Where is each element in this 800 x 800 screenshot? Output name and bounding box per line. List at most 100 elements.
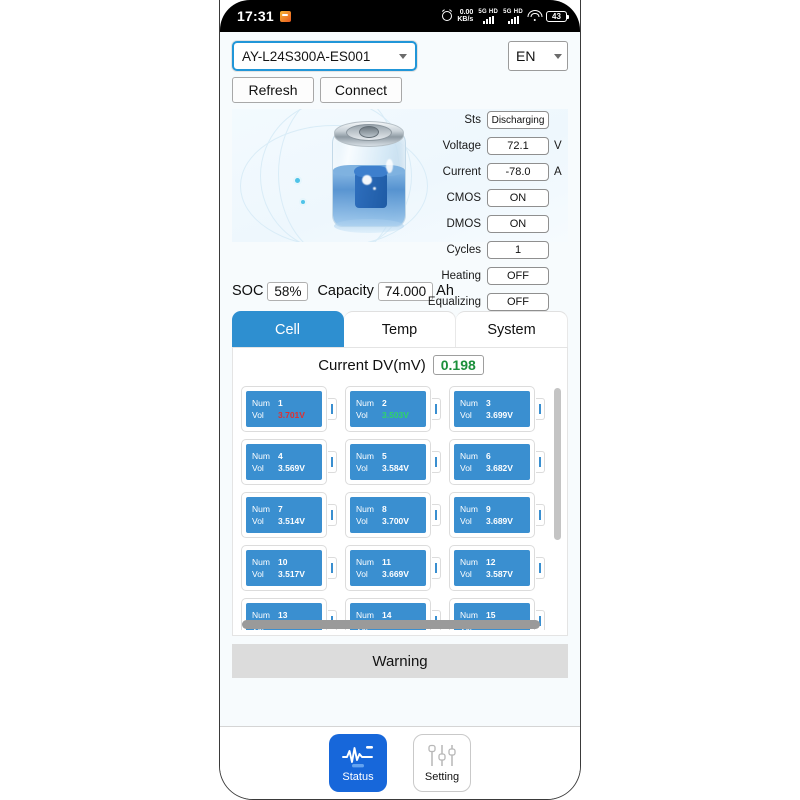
cell-vol-value: 3.503V — [382, 410, 409, 420]
chevron-down-icon — [549, 53, 567, 59]
status-row: Sts Discharging — [423, 110, 568, 130]
cell-card[interactable]: Num 2 Vol 3.503V — [345, 386, 441, 432]
cell-grid-vertical-scrollbar[interactable] — [554, 388, 561, 628]
cell-vol-line: Vol 3.514V — [252, 516, 316, 526]
language-select[interactable]: EN — [508, 41, 568, 71]
cell-vol-label: Vol — [252, 410, 264, 420]
current-dv-row: Current DV(mV) 0.198 — [233, 355, 569, 375]
wifi-icon — [527, 10, 542, 21]
cell-vol-line: Vol 3.699V — [460, 410, 524, 420]
cell-terminal-nub — [536, 504, 545, 526]
cell-vol-line: Vol 3.689V — [460, 516, 524, 526]
status-bar-left: 17:31 — [237, 8, 291, 24]
cell-num-value: 7 — [278, 504, 283, 514]
cell-vol-value: 3.700V — [382, 516, 409, 526]
cell-vol-label: Vol — [460, 463, 472, 473]
cell-card-shell: Num 6 Vol 3.682V — [449, 439, 535, 485]
nav-label-setting: Setting — [424, 771, 460, 783]
cell-num-line: Num 6 — [460, 451, 524, 461]
status-row: Equalizing OFF — [423, 292, 568, 312]
cell-card-fill: Num 8 Vol 3.700V — [350, 497, 426, 533]
nav-item-setting[interactable]: Setting — [413, 734, 471, 792]
device-select[interactable]: AY-L24S300A-ES001 — [232, 41, 417, 71]
screenshot-root: 17:31 0.00 KB/s 5G HD 5G HD 43 AY-L24S30… — [0, 0, 800, 800]
tab-cell[interactable]: Cell — [232, 311, 344, 347]
action-buttons: Refresh Connect — [232, 77, 402, 103]
cell-card[interactable]: Num 12 Vol 3.587V — [449, 545, 545, 591]
cell-card[interactable]: Num 7 Vol 3.514V — [241, 492, 337, 538]
cell-card[interactable]: Num 5 Vol 3.584V — [345, 439, 441, 485]
cell-num-line: Num 15 — [460, 610, 524, 620]
cell-card[interactable]: Num 3 Vol 3.699V — [449, 386, 545, 432]
cell-num-label: Num — [460, 504, 478, 514]
cell-card-fill: Num 9 Vol 3.689V — [454, 497, 530, 533]
warning-bar[interactable]: Warning — [232, 644, 568, 678]
scrollbar-thumb[interactable] — [554, 388, 561, 540]
cell-vol-line: Vol 3.701V — [252, 410, 316, 420]
status-row: Voltage 72.1 V — [423, 136, 568, 156]
cell-card[interactable]: Num 10 Vol 3.517V — [241, 545, 337, 591]
cell-num-line: Num 11 — [356, 557, 420, 567]
cell-card[interactable]: Num 1 Vol 3.701V — [241, 386, 337, 432]
cell-card-fill: Num 11 Vol 3.669V — [350, 550, 426, 586]
status-bar-right: 0.00 KB/s 5G HD 5G HD 43 — [442, 8, 569, 24]
status-row-label: DMOS — [446, 218, 482, 230]
cell-card-shell: Num 3 Vol 3.699V — [449, 386, 535, 432]
capacity-label: Capacity — [317, 283, 374, 299]
cell-vol-label: Vol — [460, 410, 472, 420]
cell-terminal-nub — [328, 504, 337, 526]
cell-terminal-nub — [432, 451, 441, 473]
top-toolbar: AY-L24S300A-ES001 EN — [232, 40, 568, 72]
status-row-value: -78.0 — [487, 163, 549, 181]
status-row-label: Equalizing — [427, 296, 481, 308]
cell-card-shell: Num 11 Vol 3.669V — [345, 545, 431, 591]
cell-vol-value: 3.689V — [486, 516, 513, 526]
cell-vol-value: 3.584V — [382, 463, 409, 473]
cell-vol-line: Vol 3.517V — [252, 569, 316, 579]
cell-vol-line: Vol 3.503V — [356, 410, 420, 420]
cell-vol-value: 3.682V — [486, 463, 513, 473]
cell-terminal-nub — [328, 557, 337, 579]
cell-num-label: Num — [356, 504, 374, 514]
cell-num-line: Num 7 — [252, 504, 316, 514]
nav-label-status: Status — [342, 771, 374, 783]
cell-num-label: Num — [252, 504, 270, 514]
chevron-down-icon — [391, 53, 415, 59]
cell-tab-panel: Current DV(mV) 0.198 Num 1 Vol 3.701V Num 2 Vo… — [232, 347, 568, 636]
cell-card-fill: Num 6 Vol 3.682V — [454, 444, 530, 480]
battery-status-icon: 43 — [546, 10, 569, 22]
section-tabs: Cell Temp System — [232, 311, 568, 347]
app-icon — [279, 10, 291, 22]
refresh-button[interactable]: Refresh — [232, 77, 314, 103]
cell-card-fill: Num 3 Vol 3.699V — [454, 391, 530, 427]
cell-terminal-nub — [328, 398, 337, 420]
status-row-label: Current — [442, 166, 481, 178]
cell-card[interactable]: Num 8 Vol 3.700V — [345, 492, 441, 538]
cell-card-shell: Num 8 Vol 3.700V — [345, 492, 431, 538]
cell-num-line: Num 13 — [252, 610, 316, 620]
cell-num-value: 1 — [278, 398, 283, 408]
cell-card-shell: Num 5 Vol 3.584V — [345, 439, 431, 485]
cell-num-line: Num 3 — [460, 398, 524, 408]
sim1-label: 5G HD — [478, 8, 499, 15]
scrollbar-thumb[interactable] — [242, 620, 540, 629]
cell-card[interactable]: Num 11 Vol 3.669V — [345, 545, 441, 591]
status-row: Current -78.0 A — [423, 162, 568, 182]
tab-temp[interactable]: Temp — [344, 311, 456, 347]
language-select-value: EN — [516, 48, 536, 64]
cell-card[interactable]: Num 9 Vol 3.689V — [449, 492, 545, 538]
cell-num-label: Num — [356, 610, 374, 620]
nav-item-status[interactable]: Status — [329, 734, 387, 792]
cell-grid-horizontal-scrollbar[interactable] — [242, 620, 560, 629]
cell-num-value: 3 — [486, 398, 491, 408]
status-row: Cycles 1 — [423, 240, 568, 260]
cell-terminal-nub — [536, 451, 545, 473]
cell-card[interactable]: Num 6 Vol 3.682V — [449, 439, 545, 485]
alarm-icon — [442, 11, 453, 21]
cell-vol-value: 3.514V — [278, 516, 305, 526]
tab-system[interactable]: System — [456, 311, 568, 347]
cell-card[interactable]: Num 4 Vol 3.569V — [241, 439, 337, 485]
status-row-value: Discharging — [487, 111, 549, 129]
connect-button[interactable]: Connect — [320, 77, 402, 103]
status-row: Heating OFF — [423, 266, 568, 286]
